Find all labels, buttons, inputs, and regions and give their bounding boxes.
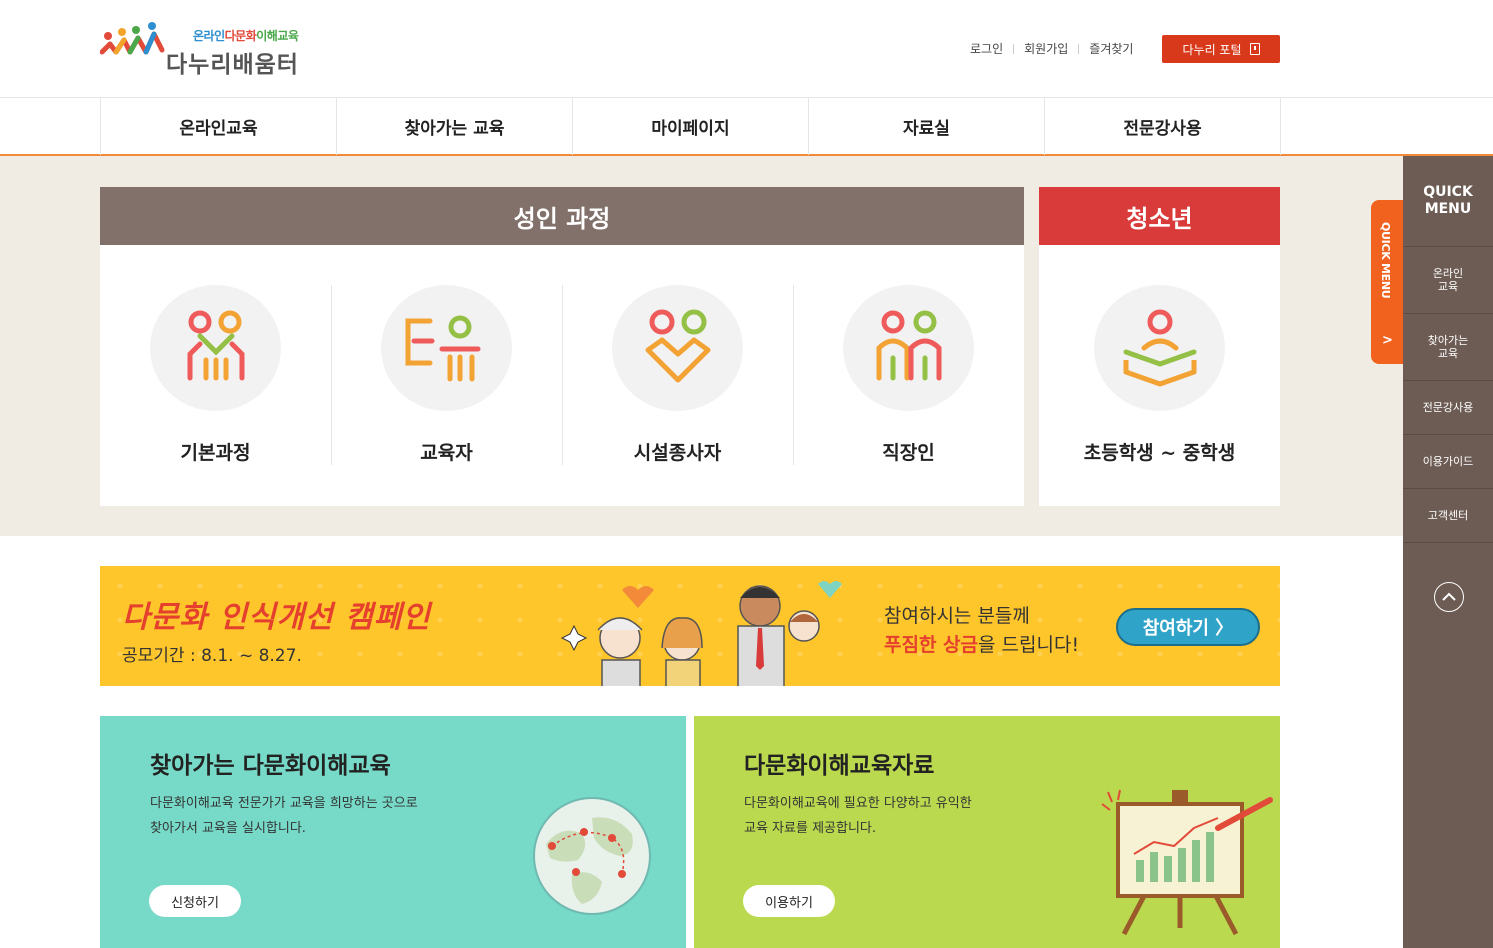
nav-item-instructor[interactable]: 전문강사용 (1045, 98, 1281, 155)
campaign-message-line2: 푸짐한 상금을 드립니다! (884, 630, 1079, 657)
resources-desc-line1: 다문화이해교육에 필요한 다양하고 유익한 (744, 796, 972, 811)
visiting-desc-line1: 다문화이해교육 전문가가 교육을 희망하는 곳으로 (150, 796, 418, 811)
bookmark-icon (1249, 43, 1260, 55)
chevron-right-icon: > (1382, 333, 1393, 348)
campaign-people-illustration (560, 581, 842, 686)
easel-chart-icon (1101, 789, 1273, 936)
campaign-message-rest: 을 드립니다! (978, 634, 1080, 656)
visiting-education-promo[interactable]: 찾아가는 다문화이해교육 다문화이해교육 전문가가 교육을 희망하는 곳으로찾아… (100, 716, 686, 948)
nav-item-visiting-education[interactable]: 찾아가는 교육 (337, 98, 573, 155)
chevron-up-icon (1442, 592, 1456, 601)
nav-item-mypage[interactable]: 마이페이지 (573, 98, 809, 155)
resources-promo-title: 다문화이해교육자료 (744, 753, 935, 779)
bookmark-link[interactable]: 즐겨찾기 (1079, 40, 1143, 57)
quick-item-guide[interactable]: 이용가이드 (1403, 435, 1493, 489)
quick-menu-tab-label: QUICK MENU (1379, 222, 1392, 299)
course-educator-icon (381, 285, 512, 411)
course-youth[interactable]: 초등학생 ~ 중학생 (1039, 285, 1280, 465)
visiting-promo-desc: 다문화이해교육 전문가가 교육을 희망하는 곳으로찾아가서 교육을 실시합니다. (150, 791, 418, 841)
nav-item-resources[interactable]: 자료실 (809, 98, 1045, 155)
globe-map-icon (533, 797, 651, 915)
course-worker-icon (843, 285, 974, 411)
adult-course-title: 성인 과정 (100, 187, 1024, 245)
logo-sub-3: 이해교육 (256, 29, 299, 43)
signup-link[interactable]: 회원가입 (1014, 40, 1078, 57)
education-resources-promo[interactable]: 다문화이해교육자료 다문화이해교육에 필요한 다양하고 유익한교육 자료를 제공… (694, 716, 1280, 948)
use-button[interactable]: 이용하기 (743, 885, 835, 917)
logo-title: 다누리배움터 (166, 52, 299, 78)
course-facility[interactable]: 시설종사자 (562, 285, 793, 465)
logo-subtitle: 온라인다문화이해교육 (193, 27, 299, 44)
site-header: 온라인다문화이해교육 다누리배움터 로그인 회원가입 즐겨찾기 다누리 포털 (0, 0, 1493, 97)
visiting-desc-line2: 찾아가서 교육을 실시합니다. (150, 821, 306, 836)
course-facility-label: 시설종사자 (633, 442, 722, 464)
apply-button[interactable]: 신청하기 (149, 885, 241, 917)
course-facility-icon (612, 285, 743, 411)
youth-course-title: 청소년 (1039, 187, 1280, 245)
course-basic-label: 기본과정 (180, 442, 251, 464)
logo-sub-1: 온라인 (193, 29, 225, 43)
campaign-message-line1: 참여하시는 분들께 (884, 605, 1030, 627)
campaign-period: 공모기간 : 8.1. ~ 8.27. (122, 646, 302, 666)
quick-item-visiting-education[interactable]: 찾아가는 교육 (1403, 314, 1493, 381)
campaign-title: 다문화 인식개선 캠페인 (122, 600, 431, 635)
resources-promo-desc: 다문화이해교육에 필요한 다양하고 유익한교육 자료를 제공합니다. (744, 791, 972, 841)
logo-people-icon (100, 22, 165, 55)
quick-item-line1: 찾아가는 (1427, 334, 1469, 347)
adult-course-card: 성인 과정 기본과정 교육자 시설종사자 직장인 (100, 187, 1024, 506)
quick-menu: QUICK MENU 온라인 교육 찾아가는 교육 전문강사용 이용가이드 고객센터 (1403, 156, 1493, 948)
campaign-banner[interactable]: 다문화 인식개선 캠페인 공모기간 : 8.1. ~ 8.27. 참여하시는 분… (100, 566, 1280, 686)
course-worker-label: 직장인 (882, 442, 935, 464)
course-section: 성인 과정 기본과정 교육자 시설종사자 직장인 청소년 초등학생 ~ 중학생 (0, 156, 1403, 536)
quick-item-customer-center[interactable]: 고객센터 (1403, 489, 1493, 543)
quick-title-line2: MENU (1424, 201, 1472, 217)
course-youth-icon (1094, 285, 1225, 411)
site-logo[interactable]: 온라인다문화이해교육 다누리배움터 (100, 20, 310, 78)
nav-item-online-education[interactable]: 온라인교육 (101, 98, 337, 155)
course-basic[interactable]: 기본과정 (100, 285, 331, 465)
quick-title-line1: QUICK (1423, 184, 1473, 200)
portal-button-label: 다누리 포털 (1182, 42, 1242, 57)
course-basic-icon (150, 285, 281, 411)
quick-menu-tab[interactable]: QUICK MENU > (1371, 200, 1404, 364)
scroll-top-button[interactable] (1434, 582, 1464, 612)
logo-sub-2: 다문화 (224, 29, 257, 43)
campaign-prize-highlight: 푸짐한 상금 (884, 634, 979, 656)
quick-item-instructor[interactable]: 전문강사용 (1403, 381, 1493, 435)
quick-item-line2: 교육 (1437, 280, 1459, 293)
youth-course-card: 청소년 초등학생 ~ 중학생 (1039, 187, 1280, 506)
course-worker[interactable]: 직장인 (793, 285, 1024, 465)
course-youth-label: 초등학생 ~ 중학생 (1083, 442, 1236, 464)
join-campaign-button[interactable]: 참여하기 〉 (1116, 608, 1260, 646)
utility-links: 로그인 회원가입 즐겨찾기 (960, 40, 1143, 57)
portal-button[interactable]: 다누리 포털 (1162, 35, 1280, 63)
course-educator[interactable]: 교육자 (331, 285, 562, 465)
quick-item-line1: 온라인 (1432, 267, 1464, 280)
login-link[interactable]: 로그인 (960, 40, 1013, 57)
quick-menu-title: QUICK MENU (1403, 156, 1493, 247)
resources-desc-line2: 교육 자료를 제공합니다. (744, 821, 876, 836)
quick-item-line2: 교육 (1437, 347, 1459, 360)
visiting-promo-title: 찾아가는 다문화이해교육 (150, 753, 391, 779)
quick-item-online-education[interactable]: 온라인 교육 (1403, 247, 1493, 314)
course-educator-label: 교육자 (420, 442, 473, 464)
main-nav: 온라인교육 찾아가는 교육 마이페이지 자료실 전문강사용 (0, 97, 1493, 156)
